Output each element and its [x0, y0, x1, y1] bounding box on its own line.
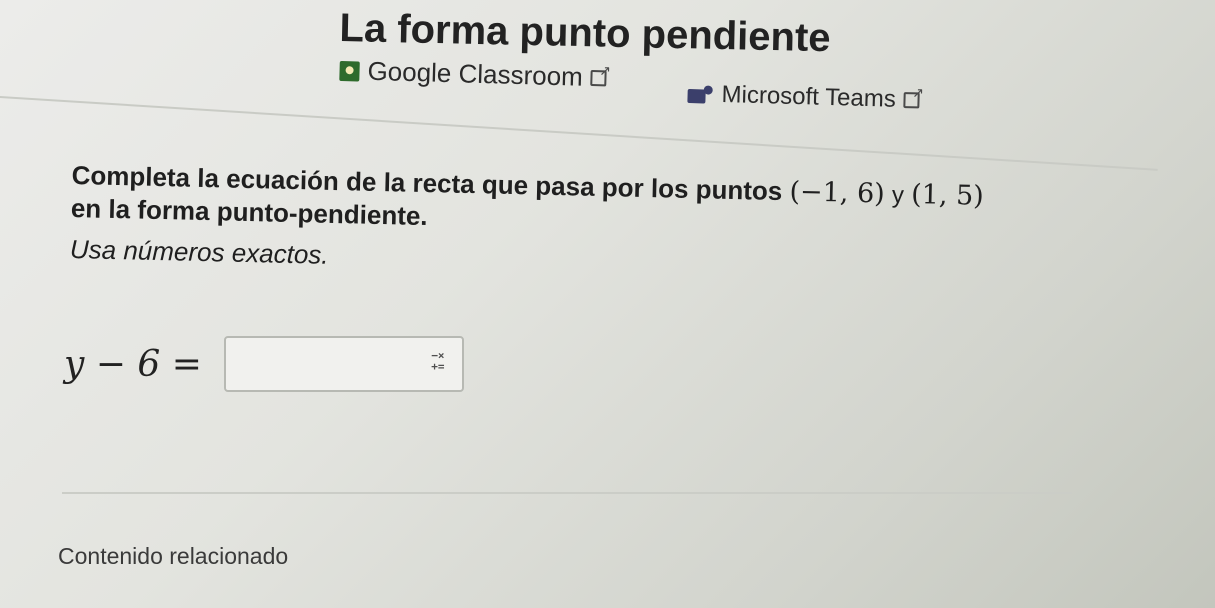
answer-input[interactable]: −× += [223, 336, 464, 392]
question-prompt: Completa la ecuación de la recta que pas… [70, 160, 985, 286]
microsoft-teams-icon [687, 85, 713, 104]
google-classroom-link[interactable]: Google Classroom [339, 55, 607, 93]
header-divider [0, 96, 1158, 171]
equation-label: y − 6 = [64, 343, 202, 385]
section-divider [62, 492, 1072, 494]
microsoft-teams-label: Microsoft Teams [721, 80, 897, 113]
equation-row: y − 6 = −× += [64, 336, 464, 392]
math-keyboard-bottom: += [431, 360, 445, 373]
point-2: (1, 5) [910, 179, 985, 212]
page-title: La forma punto pendiente [339, 6, 832, 61]
external-link-icon [590, 69, 607, 86]
math-keyboard-icon[interactable]: −× += [424, 350, 452, 378]
external-link-icon [903, 92, 921, 109]
google-classroom-icon [339, 60, 360, 82]
related-content-heading: Contenido relacionado [58, 543, 289, 569]
google-classroom-label: Google Classroom [367, 55, 584, 92]
instruction-text: Usa números exactos. [69, 233, 329, 270]
conjunction: y [891, 181, 905, 209]
microsoft-teams-link[interactable]: Microsoft Teams [687, 80, 921, 114]
point-1: (−1, 6) [789, 176, 886, 210]
